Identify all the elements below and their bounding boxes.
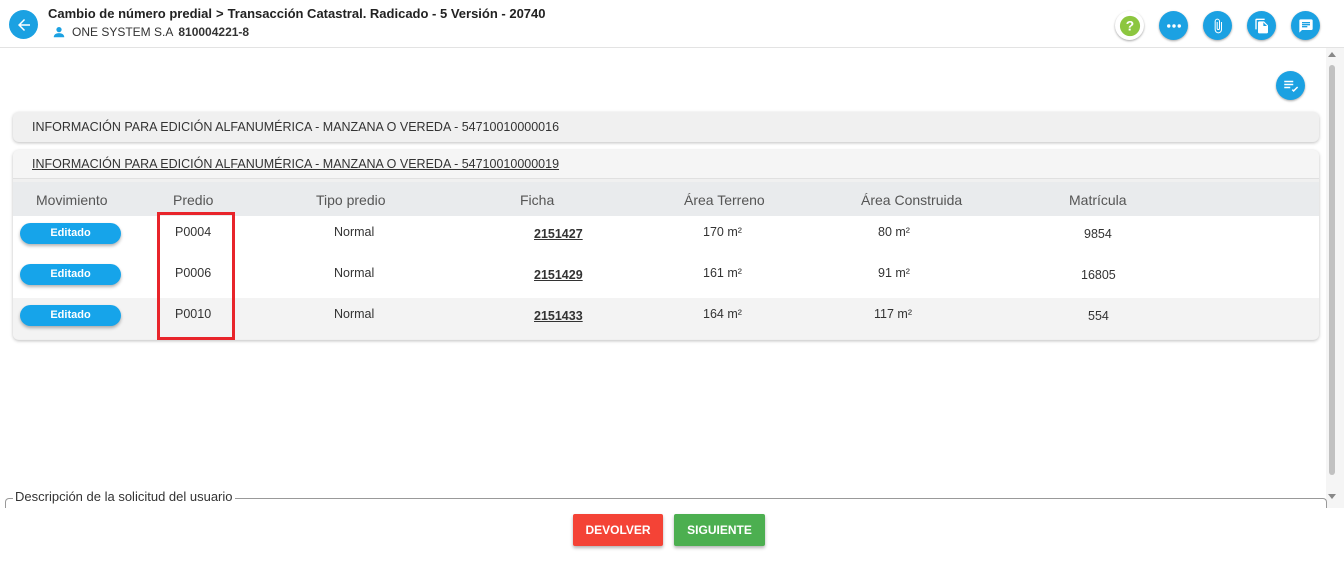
list-check-icon bbox=[1283, 80, 1298, 92]
scroll-up-arrow[interactable] bbox=[1328, 52, 1336, 57]
column-header-area-construida: Área Construida bbox=[861, 192, 963, 208]
documents-button[interactable] bbox=[1247, 11, 1276, 40]
movimiento-editado-button[interactable]: Editado bbox=[20, 264, 121, 285]
documents-icon bbox=[1254, 18, 1268, 33]
matricula-cell: 554 bbox=[1088, 309, 1109, 323]
accordion-panel-manzana-16[interactable]: INFORMACIÓN PARA EDICIÓN ALFANUMÉRICA - … bbox=[13, 112, 1319, 142]
ficha-link[interactable]: 2151427 bbox=[534, 227, 583, 241]
comment-icon bbox=[1298, 18, 1313, 33]
user-info: ONE SYSTEM S.A 810004221-8 bbox=[52, 25, 249, 39]
more-horizontal-icon bbox=[1166, 23, 1181, 28]
tipo-predio-cell: Normal bbox=[334, 307, 375, 321]
column-header-ficha: Ficha bbox=[520, 192, 555, 208]
comments-button[interactable] bbox=[1291, 11, 1320, 40]
help-button[interactable]: ? bbox=[1115, 11, 1144, 40]
breadcrumb-separator: > bbox=[215, 6, 224, 21]
column-header-movimiento: Movimiento bbox=[36, 192, 108, 208]
movimiento-editado-button[interactable]: Editado bbox=[20, 223, 121, 244]
panel-title[interactable]: INFORMACIÓN PARA EDICIÓN ALFANUMÉRICA - … bbox=[32, 120, 559, 134]
siguiente-button[interactable]: SIGUIENTE bbox=[674, 514, 765, 546]
attach-button[interactable] bbox=[1203, 11, 1232, 40]
description-legend: Descripción de la solicitud del usuario bbox=[13, 489, 235, 504]
column-header-matricula: Matrícula bbox=[1069, 192, 1127, 208]
matricula-cell: 16805 bbox=[1081, 268, 1116, 282]
area-terreno-cell: 161 m² bbox=[703, 266, 742, 280]
breadcrumb-item-transaction: Transacción Catastral. Radicado - 5 Vers… bbox=[227, 6, 546, 21]
help-icon: ? bbox=[1119, 15, 1140, 36]
scrollbar-thumb[interactable] bbox=[1329, 65, 1335, 475]
table-header: Movimiento Predio Tipo predio Ficha Área… bbox=[13, 182, 1319, 216]
column-header-tipo-predio: Tipo predio bbox=[316, 192, 386, 208]
devolver-button[interactable]: DEVOLVER bbox=[573, 514, 663, 546]
area-construida-cell: 80 m² bbox=[878, 225, 910, 239]
column-header-area-terreno: Área Terreno bbox=[684, 192, 765, 208]
arrow-left-icon bbox=[17, 18, 30, 31]
column-header-predio: Predio bbox=[173, 192, 214, 208]
vertical-scrollbar[interactable] bbox=[1326, 48, 1344, 508]
person-icon bbox=[53, 27, 65, 38]
breadcrumb: Cambio de número predial > Transacción Cat… bbox=[48, 6, 546, 21]
tipo-predio-cell: Normal bbox=[334, 225, 375, 239]
panel-header[interactable]: INFORMACIÓN PARA EDICIÓN ALFANUMÉRICA - … bbox=[13, 150, 1319, 179]
paperclip-icon bbox=[1214, 18, 1222, 33]
ficha-link[interactable]: 2151433 bbox=[534, 309, 583, 323]
predio-highlight-box bbox=[157, 212, 235, 340]
breadcrumb-item-process: Cambio de número predial bbox=[48, 6, 212, 21]
footer-actions: DEVOLVER SIGUIENTE bbox=[0, 508, 1344, 562]
matricula-cell: 9854 bbox=[1084, 227, 1112, 241]
tipo-predio-cell: Normal bbox=[334, 266, 375, 280]
more-options-button[interactable] bbox=[1159, 11, 1188, 40]
scroll-down-arrow[interactable] bbox=[1328, 494, 1336, 499]
area-terreno-cell: 170 m² bbox=[703, 225, 742, 239]
user-name: ONE SYSTEM S.A bbox=[72, 25, 174, 39]
back-button[interactable] bbox=[9, 10, 38, 39]
list-check-button[interactable] bbox=[1276, 71, 1305, 100]
area-construida-cell: 91 m² bbox=[878, 266, 910, 280]
area-terreno-cell: 164 m² bbox=[703, 307, 742, 321]
movimiento-editado-button[interactable]: Editado bbox=[20, 305, 121, 326]
area-construida-cell: 117 m² bbox=[874, 307, 912, 321]
panel-title[interactable]: INFORMACIÓN PARA EDICIÓN ALFANUMÉRICA - … bbox=[32, 157, 559, 171]
svg-text:?: ? bbox=[1125, 18, 1133, 33]
header: Cambio de número predial > Transacción Cat… bbox=[0, 0, 1344, 48]
user-nit: 810004221-8 bbox=[178, 25, 250, 39]
ficha-link[interactable]: 2151429 bbox=[534, 268, 583, 282]
